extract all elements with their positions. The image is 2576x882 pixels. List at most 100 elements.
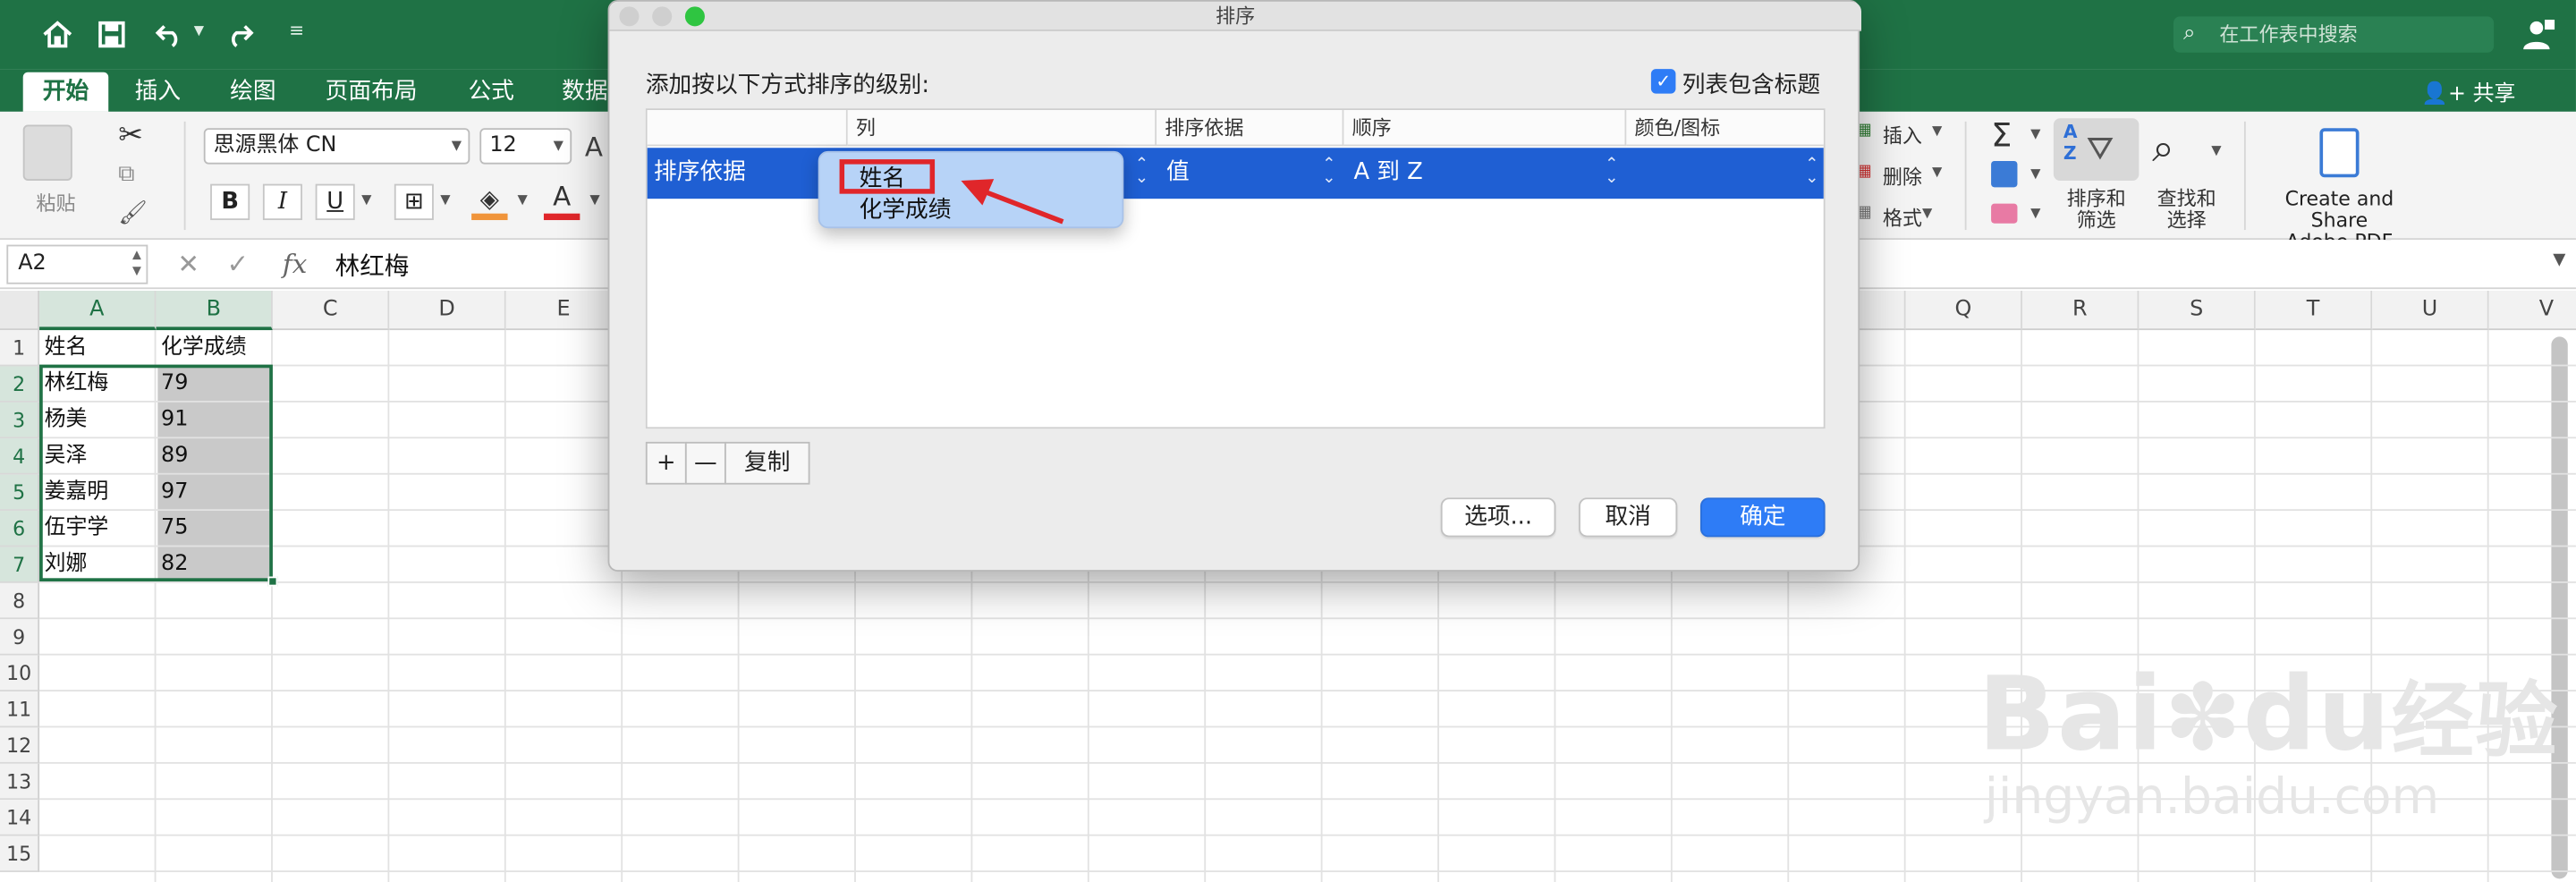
column-header[interactable]: D bbox=[389, 290, 506, 331]
font-color-dropdown-icon[interactable]: ▼ bbox=[589, 192, 599, 208]
order-stepper-icon[interactable]: ⌃ ⌄ bbox=[1604, 157, 1620, 187]
tab-home[interactable]: 开始 bbox=[22, 72, 109, 112]
name-box-stepper-icon[interactable]: ▲ ▼ bbox=[132, 246, 141, 279]
share-button[interactable]: 👤+ 共享 bbox=[2421, 75, 2515, 107]
column-header[interactable]: V bbox=[2488, 290, 2576, 331]
chevron-down-icon: ▼ bbox=[1931, 123, 1943, 139]
fill-dropdown-icon[interactable]: ▼ bbox=[518, 192, 528, 208]
table-cell[interactable]: 姓名 bbox=[39, 330, 156, 365]
delete-cells-label[interactable]: 删除 bbox=[1883, 163, 1922, 191]
search-input[interactable]: ⌕ 在工作表中搜索 bbox=[2173, 16, 2495, 53]
confirm-entry-icon[interactable]: ✓ bbox=[226, 248, 249, 279]
redo-icon[interactable] bbox=[218, 13, 261, 56]
column-header[interactable]: R bbox=[2021, 290, 2140, 331]
increase-font-icon[interactable]: A bbox=[585, 131, 603, 163]
column-header[interactable]: E bbox=[505, 290, 623, 331]
add-level-button[interactable]: + bbox=[645, 441, 687, 485]
row-header[interactable]: 15 bbox=[0, 835, 40, 872]
borders-dropdown-icon[interactable]: ▼ bbox=[440, 192, 450, 208]
minimize-window-icon[interactable] bbox=[652, 6, 673, 27]
column-header[interactable]: U bbox=[2372, 290, 2489, 331]
sort-on-select[interactable]: 值 bbox=[1166, 148, 1190, 199]
ok-button[interactable]: 确定 bbox=[1699, 497, 1826, 538]
row-header[interactable]: 11 bbox=[0, 691, 40, 728]
borders-icon[interactable]: ⊞ bbox=[394, 183, 434, 221]
tab-page-layout[interactable]: 页面布局 bbox=[306, 72, 437, 112]
column-header-sort-on: 排序依据 bbox=[1157, 110, 1344, 147]
cut-icon[interactable]: ✂ bbox=[118, 118, 143, 153]
sort-on-stepper-icon[interactable]: ⌃ ⌄ bbox=[1321, 157, 1337, 187]
row-header[interactable]: 12 bbox=[0, 727, 40, 764]
order-select[interactable]: A 到 Z bbox=[1353, 148, 1422, 199]
sort-filter-label[interactable]: 排序和 筛选 bbox=[2067, 188, 2126, 232]
save-icon[interactable] bbox=[90, 13, 133, 56]
bold-button[interactable]: B bbox=[210, 183, 250, 221]
insert-cells-label[interactable]: 插入 bbox=[1883, 122, 1922, 149]
options-button[interactable]: 选项... bbox=[1440, 497, 1556, 538]
column-header[interactable]: A bbox=[39, 290, 157, 331]
underline-button[interactable]: U bbox=[315, 183, 355, 221]
row-header[interactable]: 5 bbox=[0, 474, 40, 512]
font-color-icon[interactable]: A bbox=[543, 181, 580, 221]
tab-draw[interactable]: 绘图 bbox=[210, 72, 296, 112]
undo-icon[interactable] bbox=[148, 13, 191, 56]
row-header[interactable]: 13 bbox=[0, 763, 40, 801]
column-select-stepper-icon[interactable]: ⌃ ⌄ bbox=[1133, 157, 1149, 187]
font-size-select[interactable]: 12 ▼ bbox=[479, 128, 572, 165]
dropdown-option-chem-score[interactable]: 化学成绩 bbox=[860, 192, 952, 225]
column-header[interactable]: C bbox=[272, 290, 390, 331]
customize-toolbar-icon[interactable]: ≡ bbox=[289, 20, 304, 41]
find-icon[interactable]: ⌕ bbox=[2152, 125, 2174, 171]
row-header[interactable]: 10 bbox=[0, 655, 40, 691]
color-icon-stepper-icon[interactable]: ⌃ ⌄ bbox=[1804, 157, 1820, 187]
font-name-select[interactable]: 思源黑体 CN ▼ bbox=[203, 128, 470, 165]
name-box[interactable]: A2 ▲ ▼ bbox=[6, 244, 148, 284]
row-header[interactable]: 1 bbox=[0, 330, 40, 367]
row-header[interactable]: 14 bbox=[0, 800, 40, 836]
table-cell[interactable]: 化学成绩 bbox=[156, 330, 272, 365]
row-header[interactable]: 7 bbox=[0, 547, 40, 583]
fill-handle[interactable] bbox=[267, 576, 278, 587]
remove-level-button[interactable]: — bbox=[684, 441, 726, 485]
row-header[interactable]: 2 bbox=[0, 366, 40, 403]
clear-icon[interactable] bbox=[1991, 203, 2018, 224]
sort-filter-button[interactable]: AZ ⛛ bbox=[2053, 118, 2140, 181]
italic-button[interactable]: I bbox=[262, 183, 302, 221]
formula-input[interactable]: 林红梅 bbox=[335, 248, 410, 283]
underline-dropdown-icon[interactable]: ▼ bbox=[361, 192, 371, 208]
fill-color-icon[interactable]: ◈ bbox=[471, 184, 508, 221]
zoom-window-icon[interactable] bbox=[684, 6, 705, 27]
format-painter-icon[interactable]: 🖌 bbox=[118, 200, 148, 226]
expand-formula-bar-icon[interactable]: ▼ bbox=[2553, 251, 2565, 269]
tab-formulas[interactable]: 公式 bbox=[448, 72, 534, 112]
insert-function-icon[interactable]: fx bbox=[283, 248, 307, 279]
row-header[interactable]: 9 bbox=[0, 619, 40, 656]
column-header[interactable]: Q bbox=[1905, 290, 2022, 331]
column-header[interactable]: T bbox=[2255, 290, 2373, 331]
row-header[interactable]: 6 bbox=[0, 511, 40, 547]
column-header[interactable]: B bbox=[156, 290, 273, 331]
account-icon[interactable] bbox=[2520, 16, 2555, 52]
row-header[interactable]: 4 bbox=[0, 438, 40, 475]
copy-icon[interactable]: ⧉ bbox=[118, 161, 134, 187]
fill-down-icon[interactable] bbox=[1991, 160, 2018, 188]
undo-dropdown-icon[interactable]: ▼ bbox=[194, 23, 204, 38]
find-select-label[interactable]: 查找和 选择 bbox=[2157, 188, 2216, 232]
select-all-corner[interactable] bbox=[0, 290, 40, 331]
sort-level-label: 排序依据 bbox=[654, 159, 746, 186]
row-header[interactable]: 8 bbox=[0, 582, 40, 620]
autosum-icon[interactable]: Σ bbox=[1991, 115, 2012, 155]
paste-icon[interactable] bbox=[22, 124, 72, 181]
cancel-entry-icon[interactable]: ✕ bbox=[177, 248, 199, 279]
copy-level-button[interactable]: 复制 bbox=[724, 441, 810, 485]
close-window-icon[interactable] bbox=[619, 6, 640, 27]
column-header[interactable]: S bbox=[2139, 290, 2256, 331]
format-cells-label[interactable]: 格式 bbox=[1883, 204, 1922, 232]
cancel-button[interactable]: 取消 bbox=[1579, 497, 1678, 538]
row-header[interactable]: 3 bbox=[0, 402, 40, 439]
has-headers-checkbox[interactable]: ✓ bbox=[1650, 69, 1676, 94]
create-pdf-icon[interactable] bbox=[2319, 128, 2360, 178]
tab-insert[interactable]: 插入 bbox=[115, 72, 201, 112]
home-icon[interactable] bbox=[36, 13, 79, 56]
has-headers-label[interactable]: 列表包含标题 bbox=[1682, 67, 1820, 100]
